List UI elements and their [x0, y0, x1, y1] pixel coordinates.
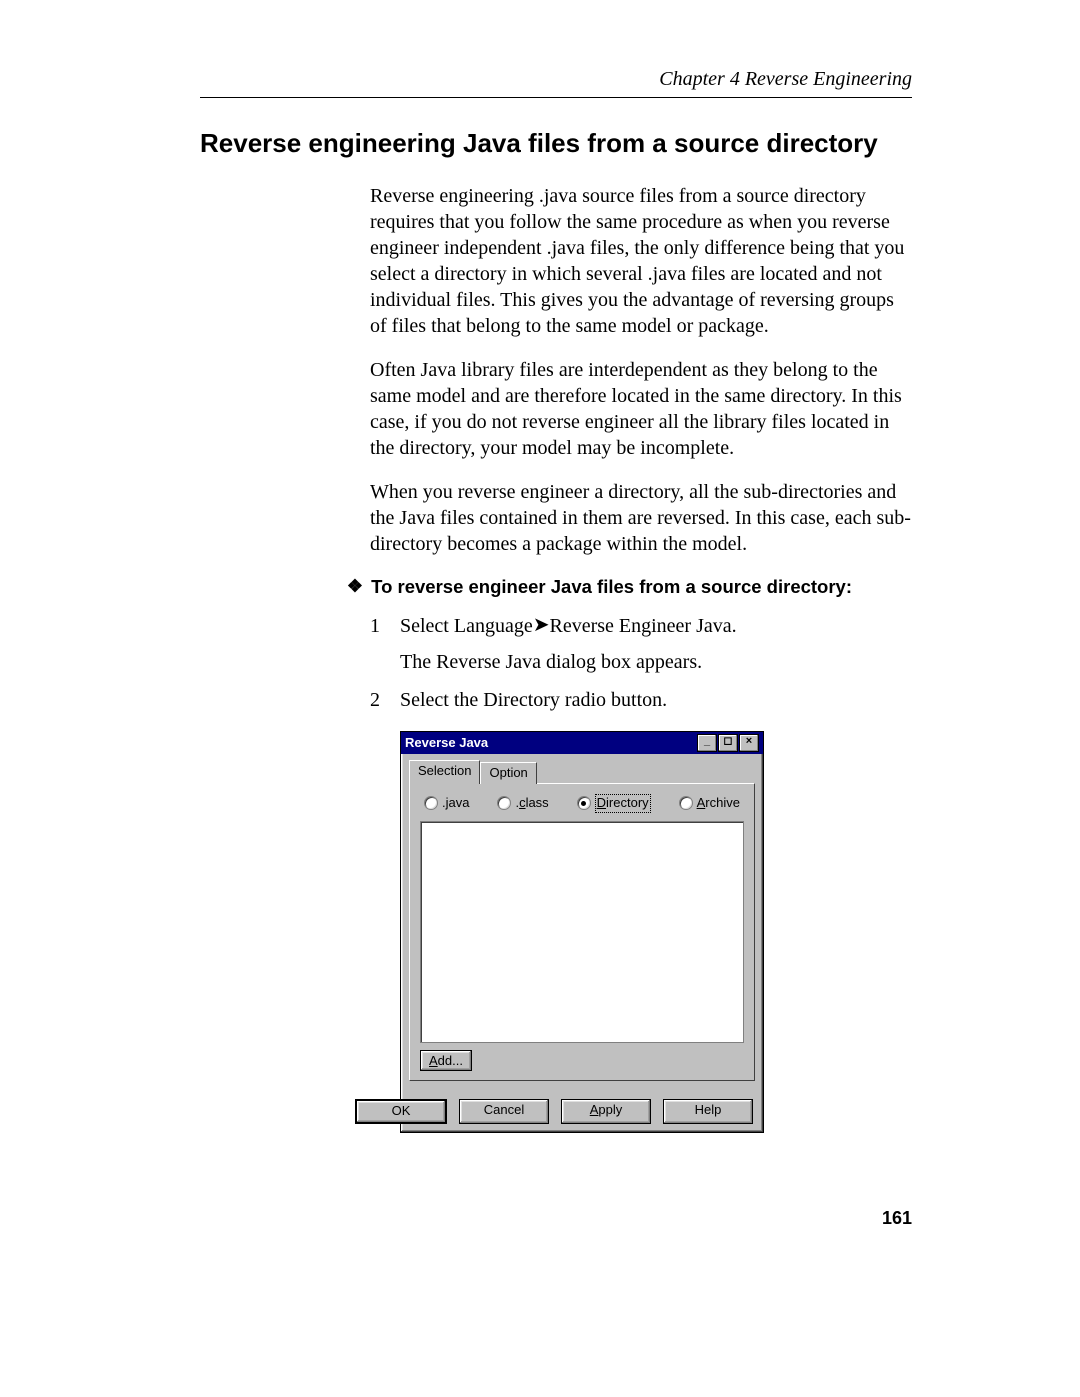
help-button[interactable]: Help [663, 1099, 753, 1124]
cancel-button[interactable]: Cancel [459, 1099, 549, 1124]
ok-button[interactable]: OK [355, 1099, 447, 1124]
step-1-text-a: Select Language [400, 615, 533, 637]
radio-java[interactable]: .java [424, 794, 469, 813]
step-1-text-b: Reverse Engineer Java. [549, 615, 736, 637]
radio-icon [577, 796, 591, 810]
file-listbox[interactable] [420, 821, 744, 1043]
dialog-titlebar[interactable]: Reverse Java _ ◻ × [401, 732, 763, 754]
radio-archive[interactable]: Archive [679, 794, 740, 813]
step-1: 1 Select Language➤Reverse Engineer Java.… [370, 613, 912, 675]
tab-panel-selection: .java .class Directory [409, 783, 755, 1081]
radio-class[interactable]: .class [497, 794, 548, 813]
procedure-heading: ❖ To reverse engineer Java files from a … [344, 575, 912, 599]
apply-button[interactable]: Apply [561, 1099, 651, 1124]
step-1-result: The Reverse Java dialog box appears. [400, 649, 912, 675]
step-2: 2 Select the Directory radio button. [370, 687, 912, 713]
minimize-icon[interactable]: _ [697, 734, 717, 752]
step-2-text: Select the Directory radio button. [400, 687, 912, 713]
section-title: Reverse engineering Java files from a so… [200, 128, 912, 159]
close-icon[interactable]: × [739, 734, 759, 752]
header-rule [200, 97, 912, 98]
intro-paragraph-1: Reverse engineering .java source files f… [370, 183, 912, 339]
step-1-number: 1 [370, 613, 400, 675]
procedure-heading-text: To reverse engineer Java files from a so… [371, 576, 852, 597]
step-2-number: 2 [370, 687, 400, 713]
intro-paragraph-2: Often Java library files are interdepend… [370, 357, 912, 461]
maximize-icon[interactable]: ◻ [718, 734, 738, 752]
radio-directory[interactable]: Directory [577, 794, 651, 813]
intro-paragraph-3: When you reverse engineer a directory, a… [370, 479, 912, 557]
radio-icon [679, 796, 693, 810]
menu-arrow-icon: ➤ [533, 612, 550, 638]
radio-icon [497, 796, 511, 810]
dialog-title-text: Reverse Java [405, 735, 696, 752]
dialog-screenshot: Reverse Java _ ◻ × Selection Option [400, 731, 912, 1133]
tab-selection[interactable]: Selection [409, 760, 480, 784]
tab-strip: Selection Option [409, 760, 755, 784]
add-button[interactable]: Add... [420, 1050, 472, 1071]
diamond-bullet-icon: ❖ [344, 575, 366, 598]
radio-icon [424, 796, 438, 810]
page-number: 161 [882, 1208, 912, 1229]
running-header: Chapter 4 Reverse Engineering [200, 68, 912, 91]
tab-option[interactable]: Option [480, 762, 536, 784]
